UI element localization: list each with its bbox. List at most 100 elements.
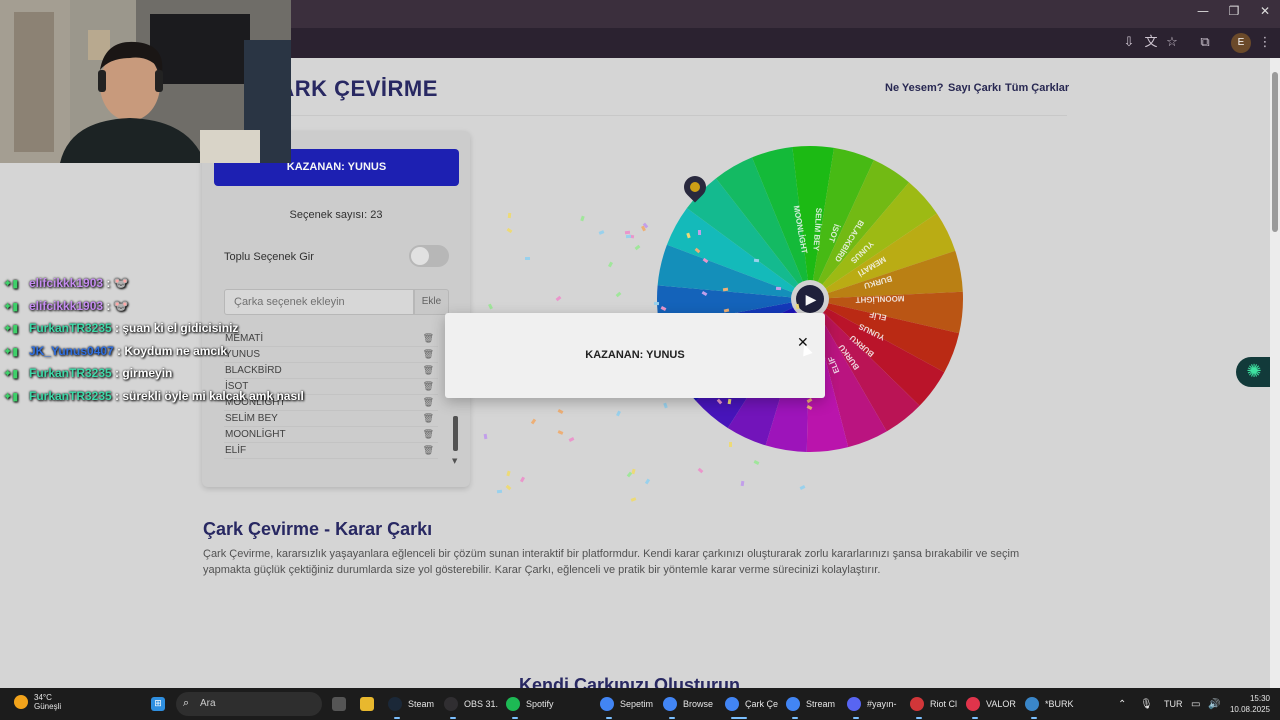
webcam-image (0, 0, 291, 163)
app-icon (663, 697, 677, 711)
app-icon (600, 697, 614, 711)
taskbar-app-0[interactable]: Steam (388, 696, 434, 712)
webcam-overlay (0, 0, 291, 163)
app-label: Çark Çe (745, 699, 779, 709)
assistant-extension-icon[interactable]: ✺ (1236, 357, 1270, 387)
app-label: #yayın- (867, 699, 897, 709)
app-icon (847, 697, 861, 711)
windows-logo-icon: ⊞ (151, 697, 165, 711)
search-icon: ⌕ (183, 696, 190, 709)
chat-badge-icon: ✦▮ (3, 367, 19, 381)
language-indicator[interactable]: TUR (1164, 696, 1183, 712)
extensions-icon[interactable]: ⧉ (1196, 34, 1214, 52)
app-running-indicator (972, 717, 978, 719)
app-icon (966, 697, 980, 711)
chat-username: JK_Yunus0407 (29, 343, 114, 358)
sun-icon (14, 695, 28, 709)
clock[interactable]: 15:30 10.08.2025 (1226, 693, 1270, 715)
chat-message: ✦▮ FurkanTR3235 : girmeyin (3, 366, 333, 389)
app-running-indicator (669, 717, 675, 719)
app-running-indicator (606, 717, 612, 719)
chat-username: elifcikkk1903 (29, 298, 104, 313)
page-scrollbar[interactable] (1270, 58, 1280, 688)
folder-icon (360, 697, 374, 711)
taskbar-app-10[interactable]: *BURK (1025, 696, 1074, 712)
taskbar-app-2[interactable]: Spotify (506, 696, 554, 712)
chat-message: ✦▮ JK_Yunus0407 : Koydum ne amcık (3, 344, 333, 367)
chat-separator: : (103, 298, 114, 313)
chat-text: şuan ki el gidicisiniz (122, 321, 239, 336)
app-running-indicator (450, 717, 456, 719)
modal-winner-text: KAZANAN: YUNUS (585, 349, 685, 361)
network-icon[interactable]: ▭ (1191, 696, 1200, 712)
mic-icon[interactable]: 🎙 (1140, 696, 1153, 712)
chat-text: girmeyin (122, 366, 173, 381)
app-icon (444, 697, 458, 711)
app-running-indicator (792, 717, 798, 719)
weather-temp: 34°C (34, 693, 52, 702)
page-scroll-thumb[interactable] (1272, 72, 1278, 232)
chat-username: FurkanTR3235 (29, 321, 112, 336)
taskbar-app-1[interactable]: OBS 31. (444, 696, 498, 712)
chat-message: ✦▮ elifcikkk1903 : 🐭 (3, 299, 333, 322)
taskbar-app-7[interactable]: #yayın- (847, 696, 897, 712)
clock-time: 15:30 (1249, 694, 1270, 703)
taskbar-app-3[interactable]: Sepetim (600, 696, 653, 712)
chat-separator: : (111, 388, 123, 403)
app-icon (910, 697, 924, 711)
chat-username: FurkanTR3235 (29, 388, 112, 403)
taskbar-app-5[interactable]: Çark Çe (725, 696, 778, 712)
taskbar-app-6[interactable]: Stream (786, 696, 835, 712)
app-label: Browse (683, 699, 714, 709)
app-icon (786, 697, 800, 711)
minimize-button[interactable]: — (1188, 4, 1218, 18)
weather-desc: Güneşli (34, 702, 62, 711)
taskbar-app-9[interactable]: VALOR (966, 696, 1016, 712)
browser-menu-icon[interactable]: ⋮ (1256, 34, 1274, 52)
file-explorer-button[interactable] (360, 696, 380, 712)
chat-badge-icon: ✦▮ (3, 344, 19, 358)
app-icon (1025, 697, 1039, 711)
chat-separator: : (103, 276, 114, 290)
install-app-icon[interactable]: ⇩ (1120, 34, 1138, 52)
app-label: VALOR (986, 699, 1016, 709)
chat-badge-icon: ✦▮ (3, 277, 19, 290)
maximize-button[interactable]: ❐ (1219, 4, 1249, 18)
app-icon (725, 697, 739, 711)
chat-message: ✦▮ FurkanTR3235 : sürekli öyle mi kalcak … (3, 389, 333, 412)
bookmark-star-icon[interactable]: ☆ (1163, 34, 1181, 52)
profile-avatar[interactable]: E (1231, 33, 1251, 53)
app-running-indicator (512, 717, 518, 719)
app-running-indicator (853, 717, 859, 719)
translate-icon[interactable]: 文 (1142, 34, 1160, 52)
chat-text: Koydum ne amcık (124, 343, 228, 358)
close-window-button[interactable]: ✕ (1250, 4, 1280, 18)
clock-date: 10.08.2025 (1229, 705, 1270, 714)
chat-badge-icon: ✦▮ (3, 322, 19, 336)
app-label: *BURK (1045, 699, 1074, 709)
tray-overflow[interactable]: ⌃ (1118, 696, 1126, 712)
task-view-icon (332, 697, 346, 711)
chat-text: sürekli öyle mi kalcak amk nasıl (122, 388, 304, 403)
task-view-button[interactable] (332, 696, 352, 712)
app-running-indicator (1031, 717, 1037, 719)
start-button[interactable]: ⊞ (151, 696, 171, 712)
app-label: Riot Cl (930, 699, 958, 709)
app-icon (388, 697, 402, 711)
weather-widget[interactable]: 34°C Güneşli (14, 693, 61, 717)
chat-badge-icon: ✦▮ (3, 299, 19, 313)
chat-message: ✦▮ FurkanTR3235 : şuan ki el gidicisiniz (3, 321, 333, 344)
winner-modal: KAZANAN: YUNUS ✕ (445, 313, 825, 398)
chat-username: FurkanTR3235 (29, 366, 112, 381)
taskbar-app-4[interactable]: Browse (663, 696, 713, 712)
windows-taskbar: 34°C Güneşli ⊞ ⌕ Ara Steam OBS 31. Spotify… (0, 688, 1280, 720)
volume-icon[interactable]: 🔊 (1208, 696, 1220, 712)
chat-username: elifcikkk1903 (29, 276, 104, 290)
microphone-icon: 🎙 (1140, 698, 1153, 710)
chat-separator: : (111, 366, 123, 381)
taskbar-search[interactable]: ⌕ Ara (176, 692, 322, 716)
chat-message: ✦▮ elifcikkk1903 : 🐭 (3, 276, 333, 299)
app-running-indicator (731, 717, 747, 719)
taskbar-app-8[interactable]: Riot Cl (910, 696, 957, 712)
chat-badge-icon: ✦▮ (3, 389, 19, 403)
